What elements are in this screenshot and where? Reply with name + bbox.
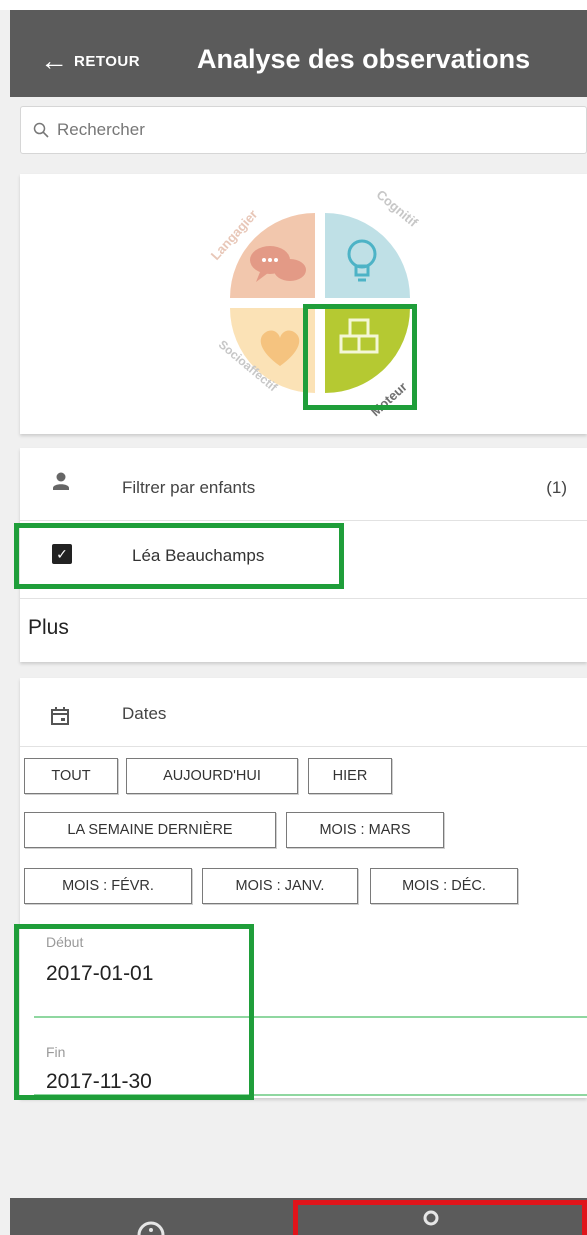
filter-children-label: Filtrer par enfants xyxy=(122,478,256,497)
domain-cognitif[interactable] xyxy=(325,213,410,298)
dates-label: Dates xyxy=(122,704,167,723)
end-date-underline xyxy=(34,1094,587,1096)
person-icon xyxy=(53,472,69,490)
date-chip-hier[interactable]: HIER xyxy=(308,758,392,794)
calendar-icon xyxy=(51,707,69,725)
more-link[interactable]: Plus xyxy=(28,616,69,640)
nav-item-person[interactable] xyxy=(295,1198,587,1235)
domains-card: Langagier Cognitif Socioaffectif Moteur xyxy=(20,174,587,434)
person-icon xyxy=(423,1210,439,1226)
app-header: ← RETOUR Analyse des observations xyxy=(10,10,587,97)
start-date-underline xyxy=(34,1016,587,1018)
top-strip xyxy=(0,0,587,10)
child-name: Léa Beauchamps xyxy=(132,546,265,565)
domains-wheel: Langagier Cognitif Socioaffectif Moteur xyxy=(208,188,422,419)
label-cognitif: Cognitif xyxy=(374,188,422,230)
search-bar[interactable] xyxy=(20,106,587,154)
date-chip-mois-janv[interactable]: MOIS : JANV. xyxy=(202,868,358,904)
date-chip-mois-dec[interactable]: MOIS : DÉC. xyxy=(370,868,518,904)
checkbox-checked-icon[interactable]: ✓ xyxy=(52,544,72,564)
info-icon xyxy=(137,1221,165,1235)
back-button[interactable]: ← RETOUR xyxy=(40,46,140,76)
start-date-field[interactable]: 2017-01-01 xyxy=(46,962,153,986)
bottom-nav xyxy=(10,1198,587,1235)
label-moteur: Moteur xyxy=(368,379,410,419)
date-chip-aujourdhui[interactable]: AUJOURD'HUI xyxy=(126,758,298,794)
filter-children-count: (1) xyxy=(546,478,567,497)
arrow-left-icon: ← xyxy=(40,45,68,76)
search-input[interactable] xyxy=(57,120,537,140)
search-icon xyxy=(33,122,49,138)
child-item-lea-beauchamps[interactable]: ✓ Léa Beauchamps xyxy=(20,524,350,584)
divider xyxy=(20,520,587,521)
back-label: RETOUR xyxy=(74,52,141,70)
start-date-label: Début xyxy=(46,934,84,950)
date-chip-tout[interactable]: TOUT xyxy=(24,758,118,794)
nav-item-info[interactable] xyxy=(10,1198,290,1235)
date-chip-mois-fevr[interactable]: MOIS : FÉVR. xyxy=(24,868,192,904)
date-chip-semaine-derniere[interactable]: LA SEMAINE DERNIÈRE xyxy=(24,812,276,848)
divider xyxy=(20,598,587,599)
divider xyxy=(20,746,587,747)
dates-card: Dates TOUT AUJOURD'HUI HIER LA SEMAINE D… xyxy=(14,678,587,1100)
children-filter-card: Filtrer par enfants (1) ✓ Léa Beauchamps… xyxy=(14,448,587,662)
end-date-field[interactable]: 2017-11-30 xyxy=(46,1070,152,1094)
page-title: Analyse des observations xyxy=(197,44,531,74)
end-date-label: Fin xyxy=(46,1044,66,1060)
date-chip-mois-mars[interactable]: MOIS : MARS xyxy=(286,812,444,848)
